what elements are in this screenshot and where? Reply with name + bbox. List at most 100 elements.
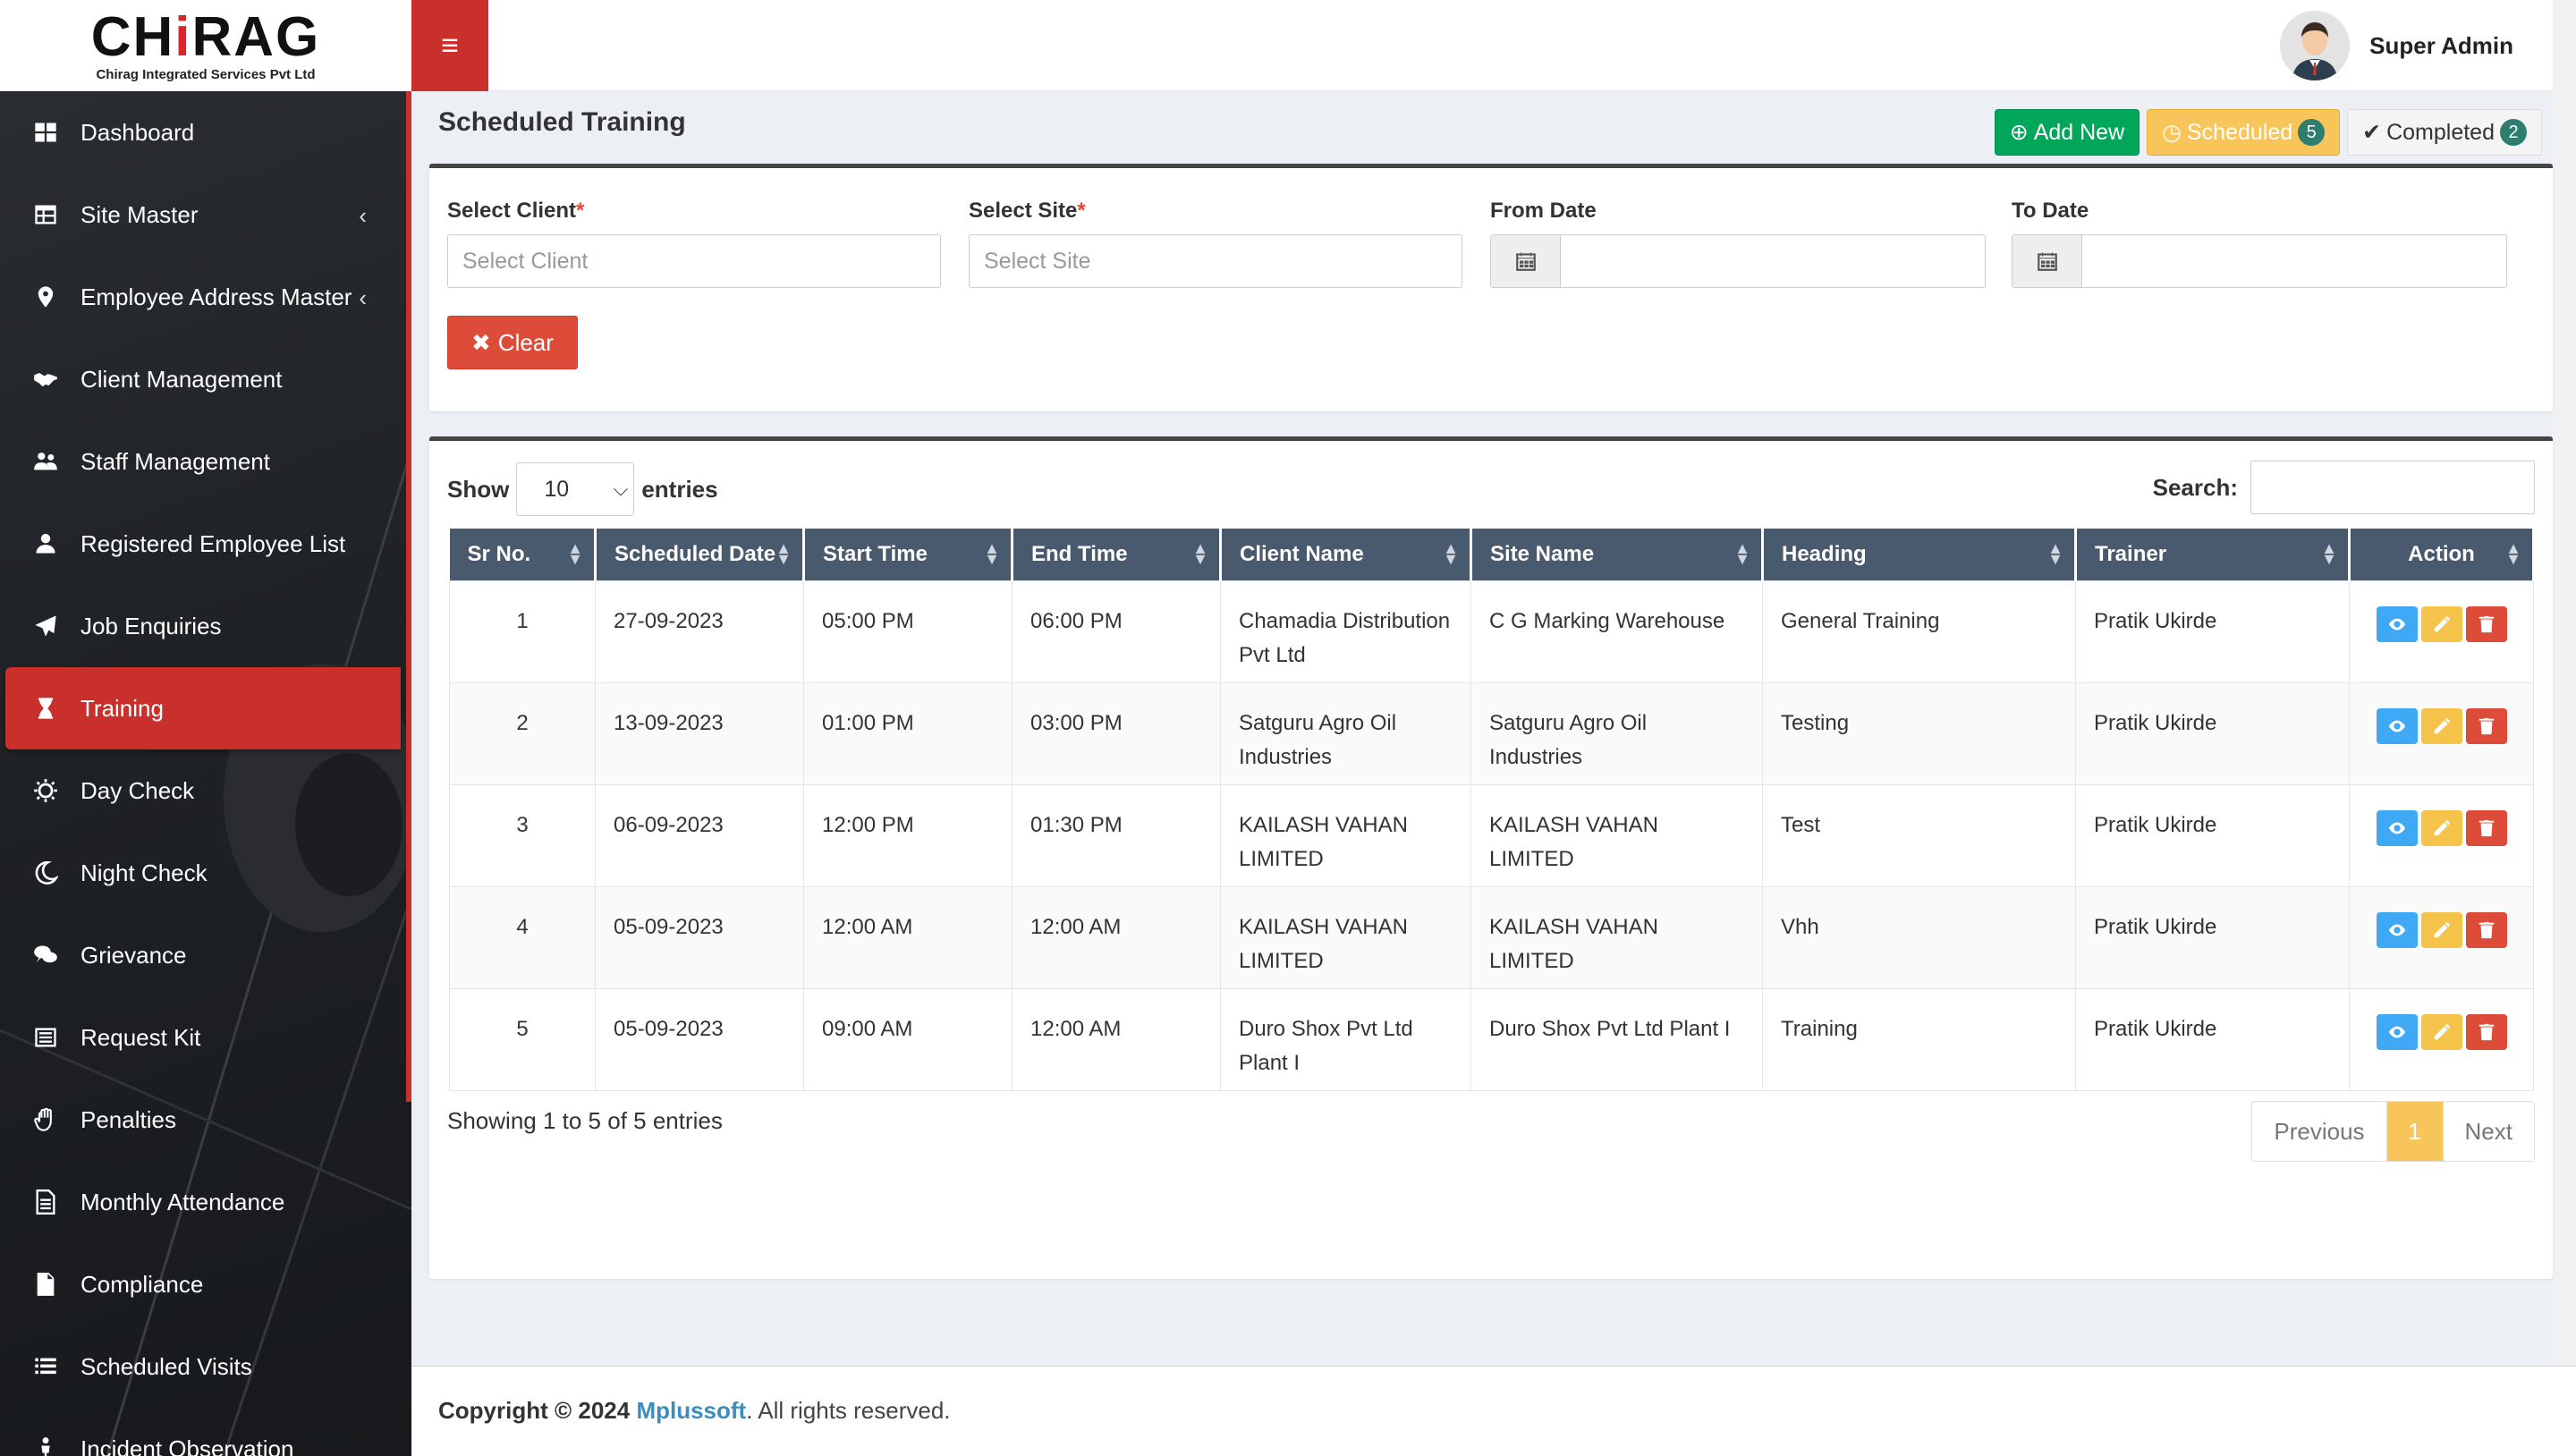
sidebar-item-label: Dashboard bbox=[80, 118, 195, 146]
sidebar-item-label: Staff Management bbox=[80, 447, 270, 475]
sidebar-item-dashboard[interactable]: Dashboard bbox=[0, 91, 406, 174]
delete-button[interactable] bbox=[2465, 1013, 2507, 1050]
cell-trainer: Pratik Ukirde bbox=[2075, 681, 2350, 785]
edit-button[interactable] bbox=[2420, 809, 2462, 846]
trash-icon bbox=[2479, 1023, 2494, 1040]
edit-button[interactable] bbox=[2420, 911, 2462, 948]
sidebar: CHiRAG Chirag Integrated Services Pvt Lt… bbox=[0, 0, 411, 1456]
cell-trainer: Pratik Ukirde bbox=[2075, 987, 2350, 1091]
search-input[interactable] bbox=[2250, 461, 2535, 514]
cell-sr-no: 3 bbox=[449, 783, 596, 887]
previous-page-button[interactable]: Previous bbox=[2252, 1102, 2386, 1161]
client-select[interactable]: Select Client bbox=[447, 234, 941, 288]
sort-icon: ▲ ▼ bbox=[1443, 539, 1459, 568]
sidebar-item-incident-observation[interactable]: Incident Observation bbox=[0, 1408, 406, 1456]
column-header-scheduled-date[interactable]: Scheduled Date ▲ ▼ bbox=[595, 529, 805, 580]
edit-button[interactable] bbox=[2420, 707, 2462, 744]
view-button[interactable] bbox=[2376, 605, 2418, 642]
sidebar-item-label: Training bbox=[80, 694, 164, 722]
sidebar-item-scheduled-visits[interactable]: Scheduled Visits bbox=[0, 1325, 406, 1408]
avatar bbox=[2280, 11, 2351, 80]
user-menu[interactable]: Super Admin bbox=[2280, 11, 2513, 80]
calendar-icon[interactable] bbox=[2012, 235, 2082, 287]
page-1-button[interactable]: 1 bbox=[2385, 1102, 2444, 1161]
sidebar-item-grievance[interactable]: Grievance bbox=[0, 914, 406, 996]
eye-icon bbox=[2388, 822, 2405, 834]
column-header-sr-no[interactable]: Sr No. ▲ ▼ bbox=[449, 529, 597, 580]
column-header-heading[interactable]: Heading ▲ ▼ bbox=[1762, 529, 2077, 580]
delete-button[interactable] bbox=[2465, 707, 2507, 744]
sidebar-item-request-kit[interactable]: Request Kit bbox=[0, 996, 406, 1079]
cell-client-name: Duro Shox Pvt Ltd Plant I bbox=[1220, 987, 1471, 1091]
cell-client-name: Chamadia Distribution Pvt Ltd bbox=[1220, 580, 1471, 683]
page-length-select[interactable]: 10 ⌵ bbox=[516, 462, 635, 516]
scheduled-count-badge: 5 bbox=[2298, 119, 2326, 146]
from-date-field[interactable] bbox=[1490, 234, 1986, 288]
filter-panel: Select Client* Select Client Select Site… bbox=[429, 164, 2553, 411]
comments-icon bbox=[32, 942, 59, 969]
column-header-end-time[interactable]: End Time ▲ ▼ bbox=[1012, 529, 1222, 580]
pencil-icon bbox=[2434, 819, 2450, 835]
add-new-button[interactable]: ⊕ Add New bbox=[1994, 109, 2140, 156]
page-scrollbar[interactable] bbox=[2553, 0, 2576, 1456]
eye-icon bbox=[2388, 720, 2405, 732]
cell-start-time: 12:00 AM bbox=[803, 885, 1013, 989]
cell-heading: General Training bbox=[1762, 580, 2076, 683]
column-header-start-time[interactable]: Start Time ▲ ▼ bbox=[803, 529, 1013, 580]
table-search: Search: bbox=[2153, 461, 2535, 514]
view-button[interactable] bbox=[2376, 1013, 2418, 1050]
site-label: Select Site* bbox=[969, 199, 1086, 223]
column-header-trainer[interactable]: Trainer ▲ ▼ bbox=[2075, 529, 2351, 580]
sidebar-item-staff-management[interactable]: Staff Management bbox=[0, 420, 406, 503]
sidebar-item-training[interactable]: Training bbox=[5, 667, 401, 749]
sidebar-item-monthly-attendance[interactable]: Monthly Attendance bbox=[0, 1161, 406, 1243]
next-page-button[interactable]: Next bbox=[2443, 1102, 2534, 1161]
cell-end-time: 06:00 PM bbox=[1012, 580, 1221, 683]
sidebar-item-label: Penalties bbox=[80, 1105, 176, 1133]
sidebar-item-label: Scheduled Visits bbox=[80, 1352, 252, 1380]
chevron-down-icon: ⌵ bbox=[613, 478, 629, 500]
user-icon bbox=[32, 530, 59, 557]
logo-tagline: Chirag Integrated Services Pvt Ltd bbox=[96, 66, 316, 82]
person-icon bbox=[32, 1435, 59, 1456]
cell-site-name: C G Marking Warehouse bbox=[1470, 580, 1763, 683]
column-header-action[interactable]: Action ▲ ▼ bbox=[2349, 529, 2535, 580]
cell-heading: Training bbox=[1762, 987, 2076, 1091]
to-date-field[interactable] bbox=[2012, 234, 2507, 288]
cell-site-name: KAILASH VAHAN LIMITED bbox=[1470, 783, 1763, 887]
trash-icon bbox=[2479, 717, 2494, 734]
sidebar-item-registered-employee-list[interactable]: Registered Employee List bbox=[0, 503, 406, 585]
sidebar-item-compliance[interactable]: Compliance bbox=[0, 1243, 406, 1325]
sidebar-item-client-management[interactable]: Client Management bbox=[0, 338, 406, 420]
eye-icon bbox=[2388, 1026, 2405, 1037]
sidebar-item-penalties[interactable]: Penalties bbox=[0, 1079, 406, 1161]
company-link[interactable]: Mplussoft bbox=[636, 1397, 746, 1424]
view-button[interactable] bbox=[2376, 911, 2418, 948]
cell-client-name: Satguru Agro Oil Industries bbox=[1220, 681, 1471, 785]
delete-button[interactable] bbox=[2465, 605, 2507, 642]
delete-button[interactable] bbox=[2465, 911, 2507, 948]
sidebar-item-job-enquiries[interactable]: Job Enquiries bbox=[0, 585, 406, 667]
sidebar-item-night-check[interactable]: Night Check bbox=[0, 832, 406, 914]
edit-button[interactable] bbox=[2420, 1013, 2462, 1050]
calendar-icon[interactable] bbox=[1491, 235, 1561, 287]
scheduled-button[interactable]: ◷ Scheduled 5 bbox=[2147, 109, 2341, 156]
delete-button[interactable] bbox=[2465, 809, 2507, 846]
trash-icon bbox=[2479, 921, 2494, 938]
paper-plane-icon bbox=[32, 613, 59, 639]
cell-site-name: Satguru Agro Oil Industries bbox=[1470, 681, 1763, 785]
edit-button[interactable] bbox=[2420, 605, 2462, 642]
column-header-site-name[interactable]: Site Name ▲ ▼ bbox=[1470, 529, 1764, 580]
completed-button[interactable]: ✔ Completed 2 bbox=[2347, 109, 2542, 156]
menu-toggle-button[interactable]: ≡ bbox=[411, 0, 488, 91]
view-button[interactable] bbox=[2376, 809, 2418, 846]
logo[interactable]: CHiRAG Chirag Integrated Services Pvt Lt… bbox=[0, 0, 411, 91]
sidebar-item-day-check[interactable]: Day Check bbox=[0, 749, 406, 832]
clear-button[interactable]: ✖ Clear bbox=[447, 316, 578, 369]
sidebar-item-employee-address-master[interactable]: Employee Address Master ‹ bbox=[0, 256, 406, 338]
view-button[interactable] bbox=[2376, 707, 2418, 744]
sidebar-item-site-master[interactable]: Site Master ‹ bbox=[0, 174, 406, 256]
site-select[interactable]: Select Site bbox=[969, 234, 1462, 288]
table-row: 5 05-09-2023 09:00 AM 12:00 AM Duro Shox… bbox=[449, 987, 2534, 1091]
column-header-client-name[interactable]: Client Name ▲ ▼ bbox=[1220, 529, 1472, 580]
